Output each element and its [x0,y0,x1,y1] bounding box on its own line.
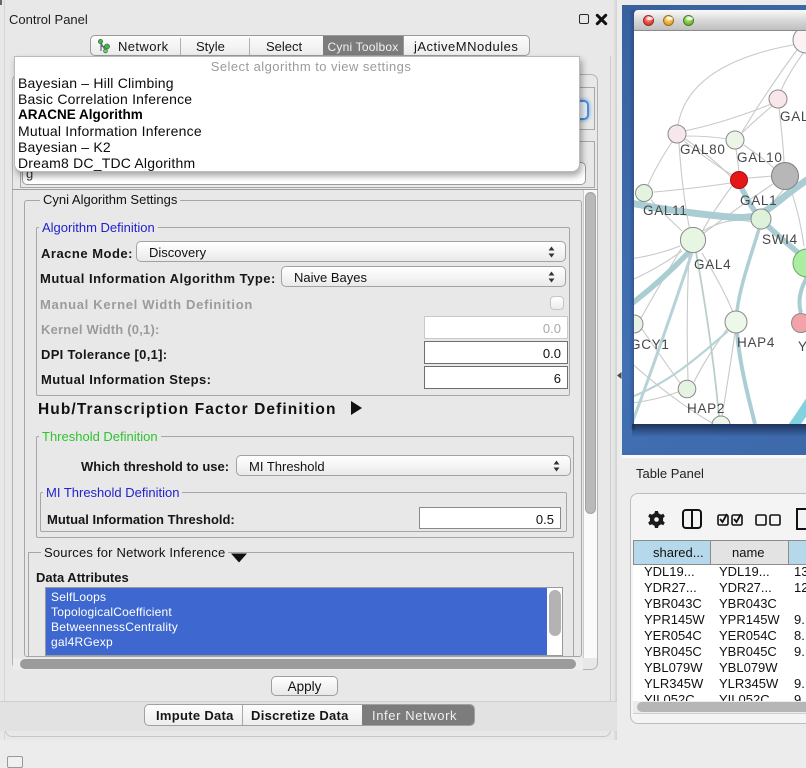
svg-text:GAL80: GAL80 [680,142,726,157]
svg-text:GAL7: GAL7 [780,109,806,124]
svg-text:YJ: YJ [798,339,806,354]
svg-text:GAL11: GAL11 [643,203,688,218]
svg-text:GAL10: GAL10 [737,150,783,165]
svg-text:GAL1: GAL1 [740,193,777,208]
svg-text:HAP4: HAP4 [737,335,775,350]
svg-text:SWI4: SWI4 [762,232,798,247]
svg-text:GCY1: GCY1 [634,337,670,352]
svg-text:HAP2: HAP2 [687,401,725,416]
svg-text:GAL4: GAL4 [694,257,731,272]
